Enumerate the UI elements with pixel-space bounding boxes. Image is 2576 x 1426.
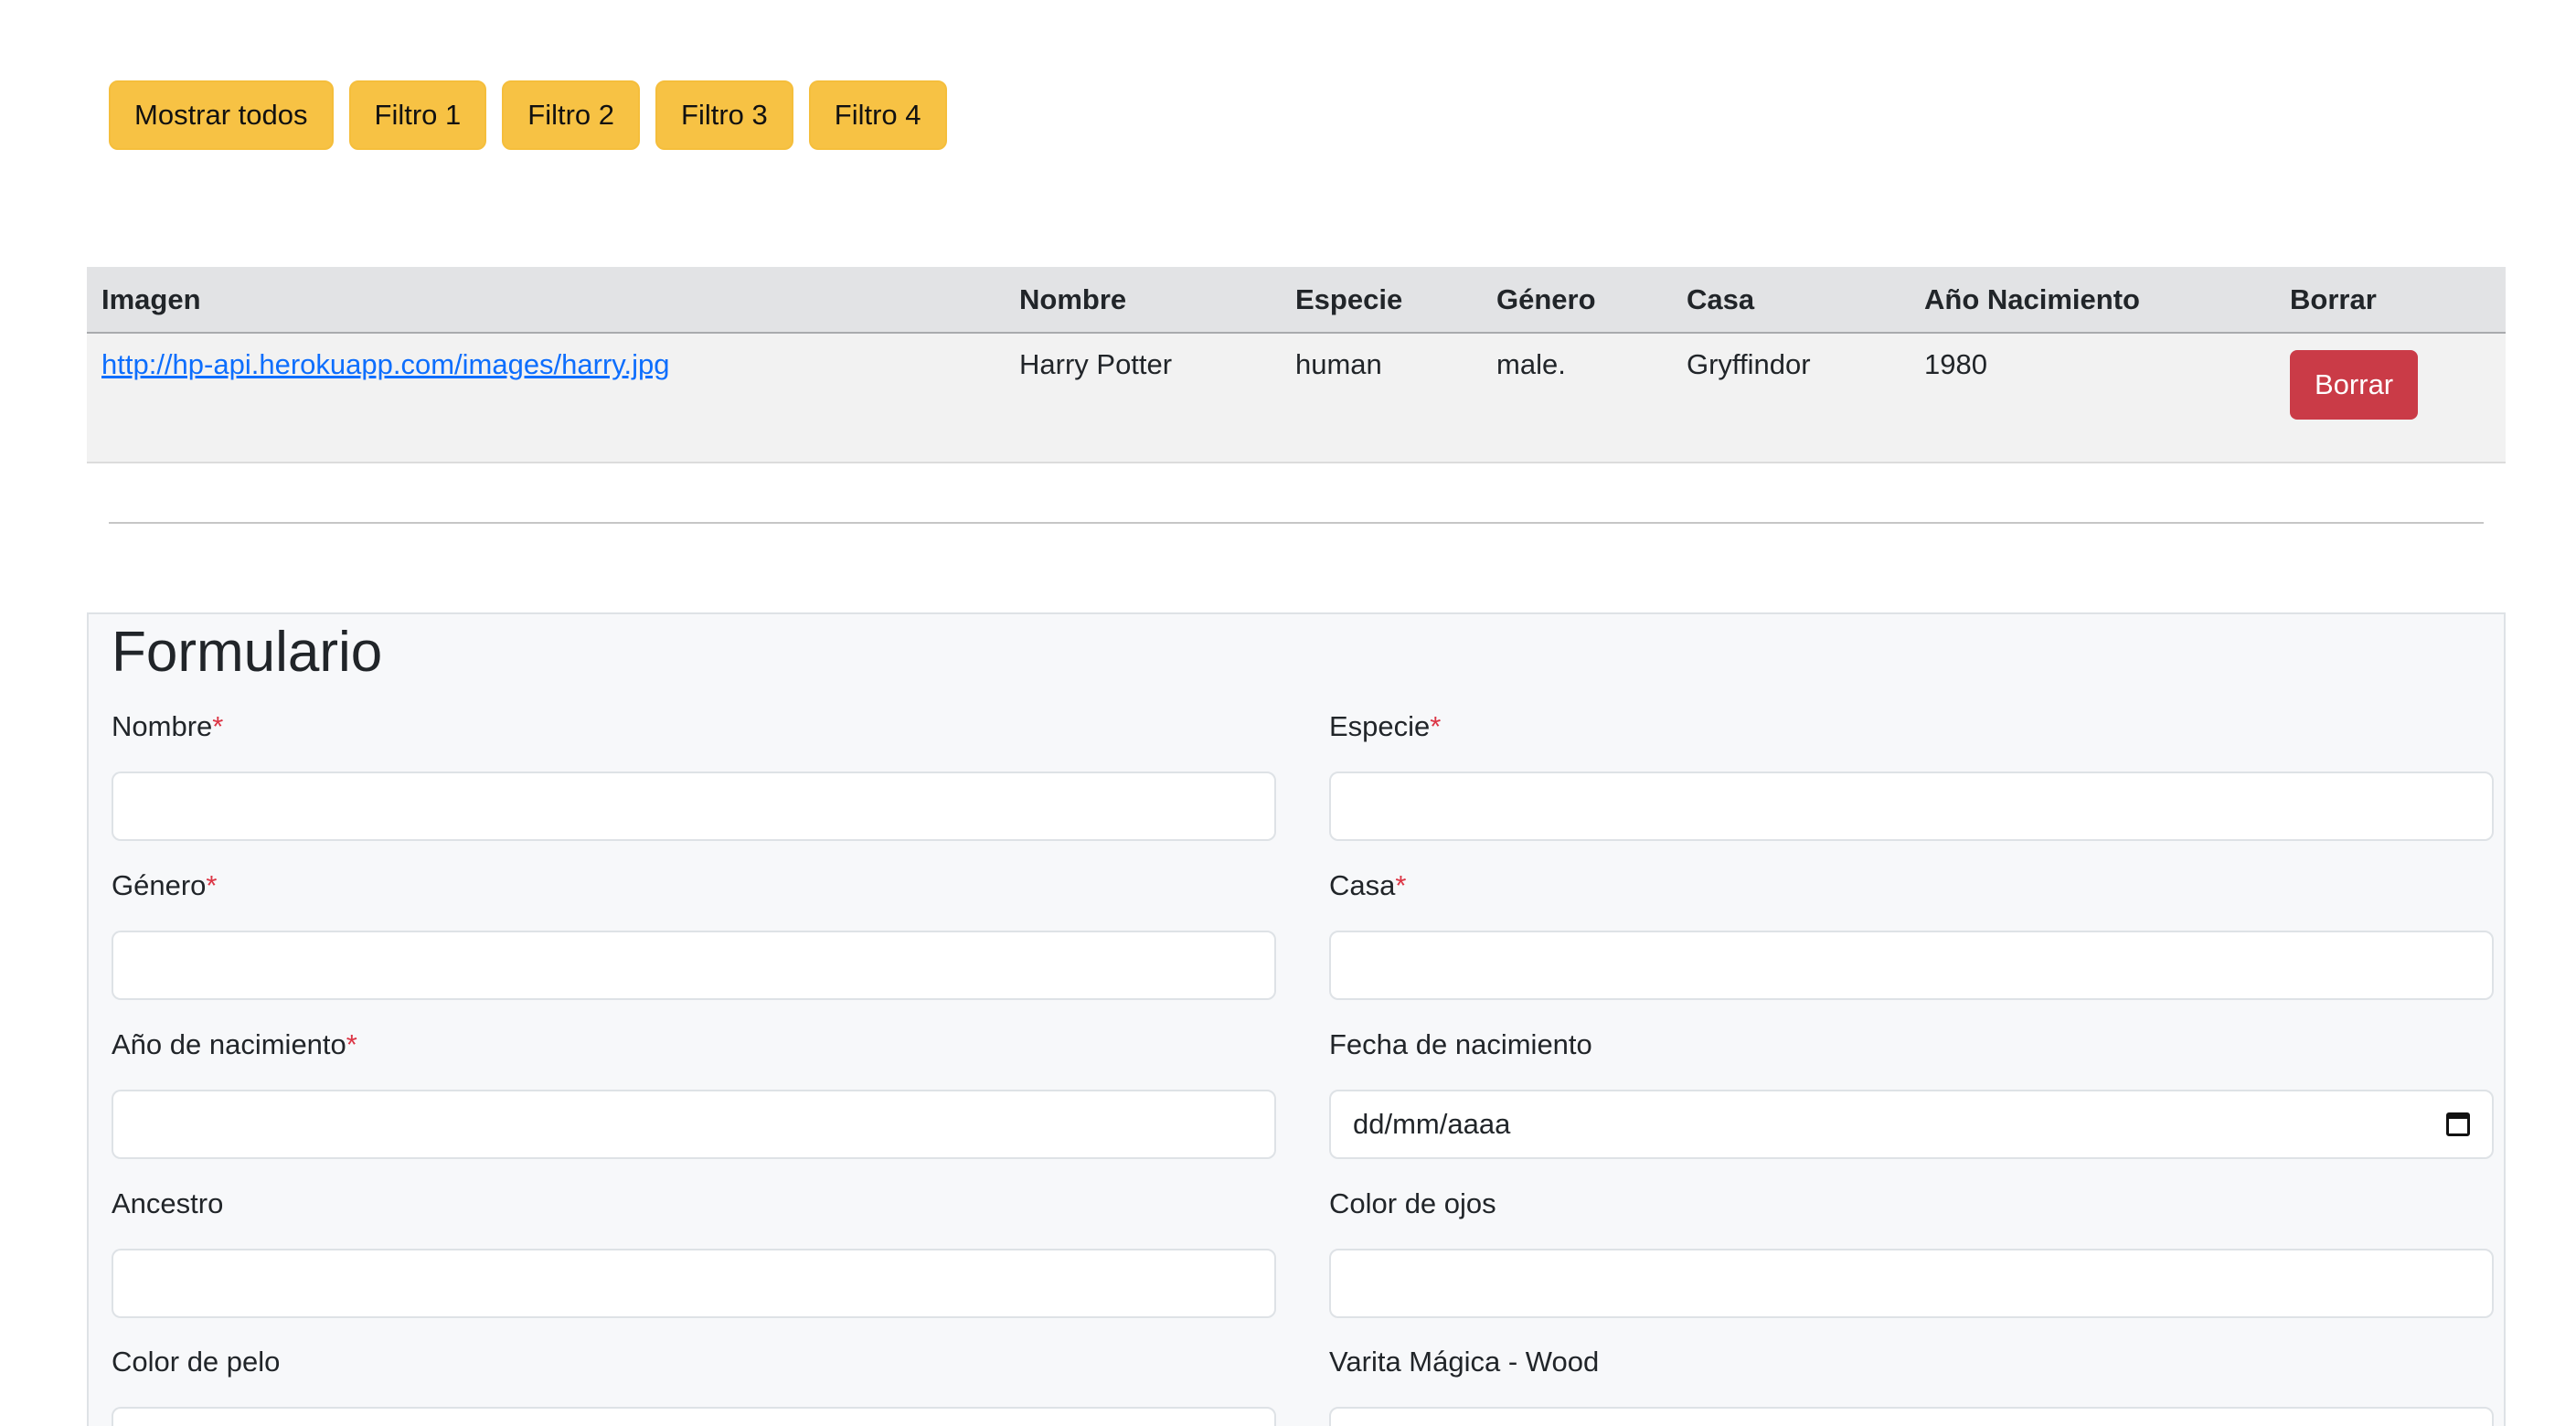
field-ancestro: Ancestro — [112, 1185, 1276, 1318]
label-casa-text: Casa — [1329, 869, 1396, 901]
field-especie: Especie* — [1329, 708, 2494, 841]
fecha-input[interactable]: dd/mm/aaaa — [1329, 1090, 2494, 1159]
casa-input[interactable] — [1329, 931, 2494, 1000]
field-ojos: Color de ojos — [1329, 1185, 2494, 1318]
character-form: Formulario Nombre* Especie* Género* Casa… — [87, 612, 2506, 1426]
table-header-row: Imagen Nombre Especie Género Casa Año Na… — [87, 267, 2506, 334]
cell-borrar: Borrar — [2275, 333, 2506, 463]
filter-3-button[interactable]: Filtro 3 — [655, 80, 793, 150]
header-anio: Año Nacimiento — [1910, 267, 2275, 334]
label-varita-wood: Varita Mágica - Wood — [1329, 1346, 1600, 1378]
header-casa: Casa — [1672, 267, 1910, 334]
label-especie-text: Especie — [1329, 710, 1431, 742]
table-row: http://hp-api.herokuapp.com/images/harry… — [87, 333, 2506, 463]
filter-bar: Mostrar todos Filtro 1 Filtro 2 Filtro 3… — [109, 80, 947, 150]
characters-table-wrapper: Imagen Nombre Especie Género Casa Año Na… — [87, 267, 2506, 463]
cell-casa: Gryffindor — [1672, 333, 1910, 463]
form-title: Formulario — [112, 621, 383, 684]
pelo-input[interactable] — [112, 1407, 1276, 1426]
field-nombre: Nombre* — [112, 708, 1276, 841]
required-mark: * — [1430, 710, 1442, 742]
ojos-input[interactable] — [1329, 1249, 2494, 1318]
cell-genero: male. — [1482, 333, 1672, 463]
page: Mostrar todos Filtro 1 Filtro 2 Filtro 3… — [0, 0, 2576, 1426]
label-ancestro: Ancestro — [112, 1187, 224, 1219]
show-all-button[interactable]: Mostrar todos — [109, 80, 334, 150]
field-pelo: Color de pelo — [112, 1343, 1276, 1426]
field-genero: Género* — [112, 867, 1276, 1000]
cell-nombre: Harry Potter — [1005, 333, 1281, 463]
characters-table: Imagen Nombre Especie Género Casa Año Na… — [87, 267, 2506, 463]
label-ojos: Color de ojos — [1329, 1187, 1496, 1219]
cell-anio: 1980 — [1910, 333, 2275, 463]
header-imagen: Imagen — [87, 267, 1005, 334]
required-mark: * — [206, 869, 218, 901]
label-nombre: Nombre* — [112, 708, 1276, 746]
header-nombre: Nombre — [1005, 267, 1281, 334]
cell-especie: human — [1281, 333, 1482, 463]
label-pelo: Color de pelo — [112, 1346, 281, 1378]
filter-2-button[interactable]: Filtro 2 — [502, 80, 641, 150]
varita-wood-input[interactable] — [1329, 1407, 2494, 1426]
field-varita-wood: Varita Mágica - Wood — [1329, 1343, 2494, 1426]
header-borrar: Borrar — [2275, 267, 2506, 334]
cell-imagen: http://hp-api.herokuapp.com/images/harry… — [87, 333, 1005, 463]
required-mark: * — [1395, 869, 1407, 901]
filter-4-button[interactable]: Filtro 4 — [808, 80, 947, 150]
divider — [109, 522, 2484, 524]
label-casa: Casa* — [1329, 867, 2494, 905]
label-anio-text: Año de nacimiento — [112, 1028, 346, 1060]
label-anio: Año de nacimiento* — [112, 1026, 1276, 1064]
label-genero-text: Género — [112, 869, 207, 901]
fecha-placeholder: dd/mm/aaaa — [1353, 1108, 1511, 1140]
especie-input[interactable] — [1329, 772, 2494, 841]
anio-input[interactable] — [112, 1090, 1276, 1159]
required-mark: * — [346, 1028, 357, 1060]
header-genero: Género — [1482, 267, 1672, 334]
required-mark: * — [212, 710, 224, 742]
calendar-icon[interactable] — [2446, 1112, 2470, 1136]
delete-button[interactable]: Borrar — [2290, 350, 2419, 420]
nombre-input[interactable] — [112, 772, 1276, 841]
field-casa: Casa* — [1329, 867, 2494, 1000]
label-especie: Especie* — [1329, 708, 2494, 746]
header-especie: Especie — [1281, 267, 1482, 334]
image-link[interactable]: http://hp-api.herokuapp.com/images/harry… — [101, 348, 669, 380]
label-nombre-text: Nombre — [112, 710, 213, 742]
filter-1-button[interactable]: Filtro 1 — [348, 80, 487, 150]
genero-input[interactable] — [112, 931, 1276, 1000]
label-genero: Género* — [112, 867, 1276, 905]
field-fecha: Fecha de nacimiento dd/mm/aaaa — [1329, 1026, 2494, 1159]
ancestro-input[interactable] — [112, 1249, 1276, 1318]
label-fecha: Fecha de nacimiento — [1329, 1028, 1592, 1060]
field-anio: Año de nacimiento* — [112, 1026, 1276, 1159]
